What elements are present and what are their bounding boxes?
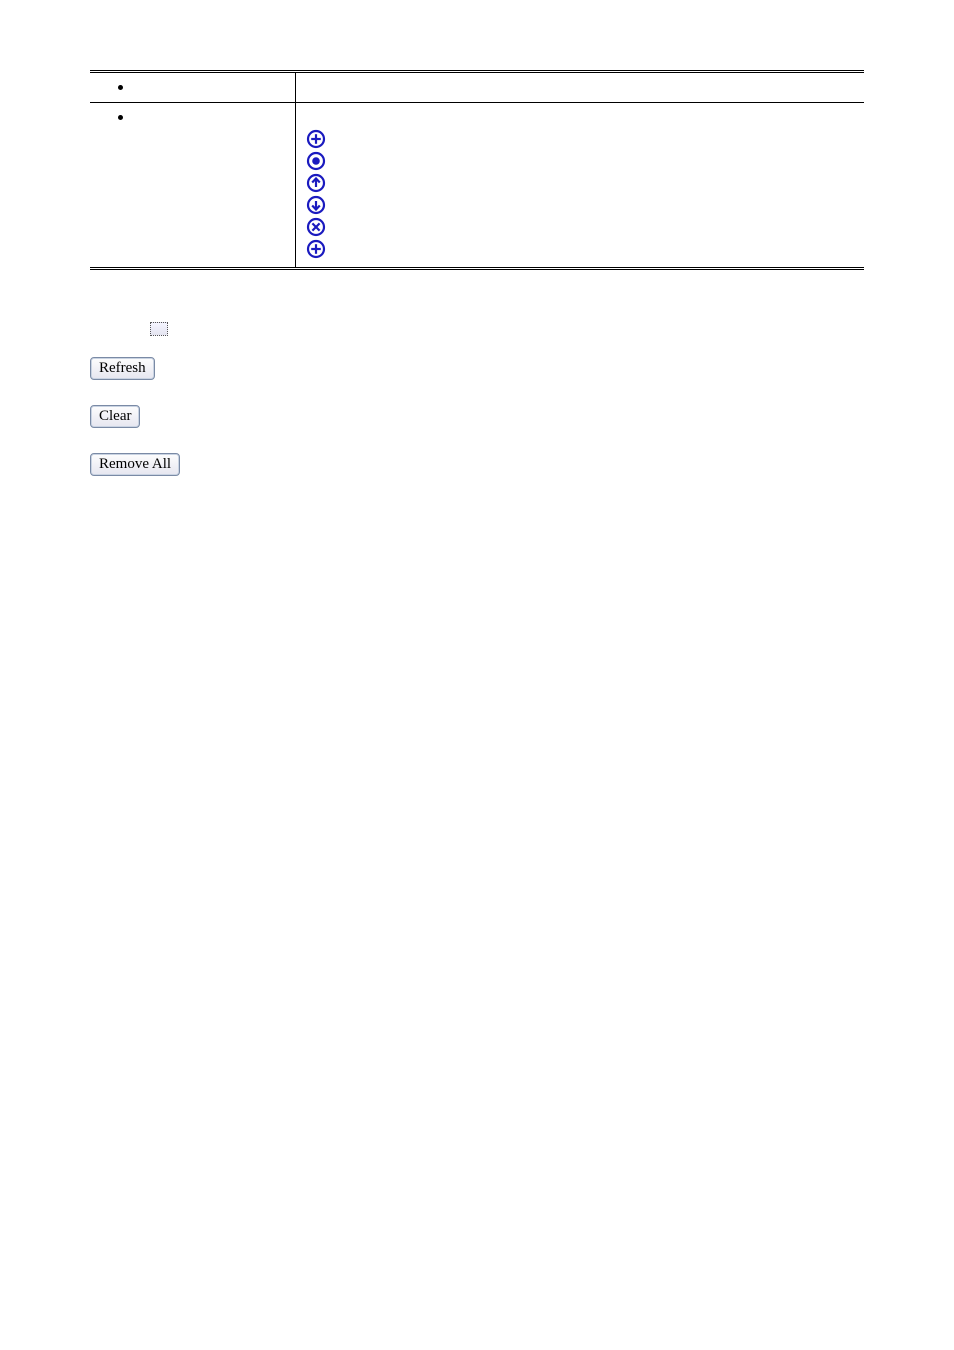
plus-icon: [306, 239, 854, 259]
down-arrow-icon: [306, 195, 854, 215]
icon-list: [306, 129, 854, 259]
checkbox[interactable]: [150, 322, 168, 336]
record-icon: [306, 151, 854, 171]
clear-button[interactable]: Clear: [90, 405, 140, 428]
bullet-icon: [118, 85, 123, 90]
up-arrow-icon: [306, 173, 854, 193]
cross-icon: [306, 217, 854, 237]
bullet-icon: [118, 115, 123, 120]
info-table: [90, 70, 864, 270]
refresh-button[interactable]: Refresh: [90, 357, 155, 380]
remove-all-button[interactable]: Remove All: [90, 453, 180, 476]
plus-icon: [306, 129, 854, 149]
